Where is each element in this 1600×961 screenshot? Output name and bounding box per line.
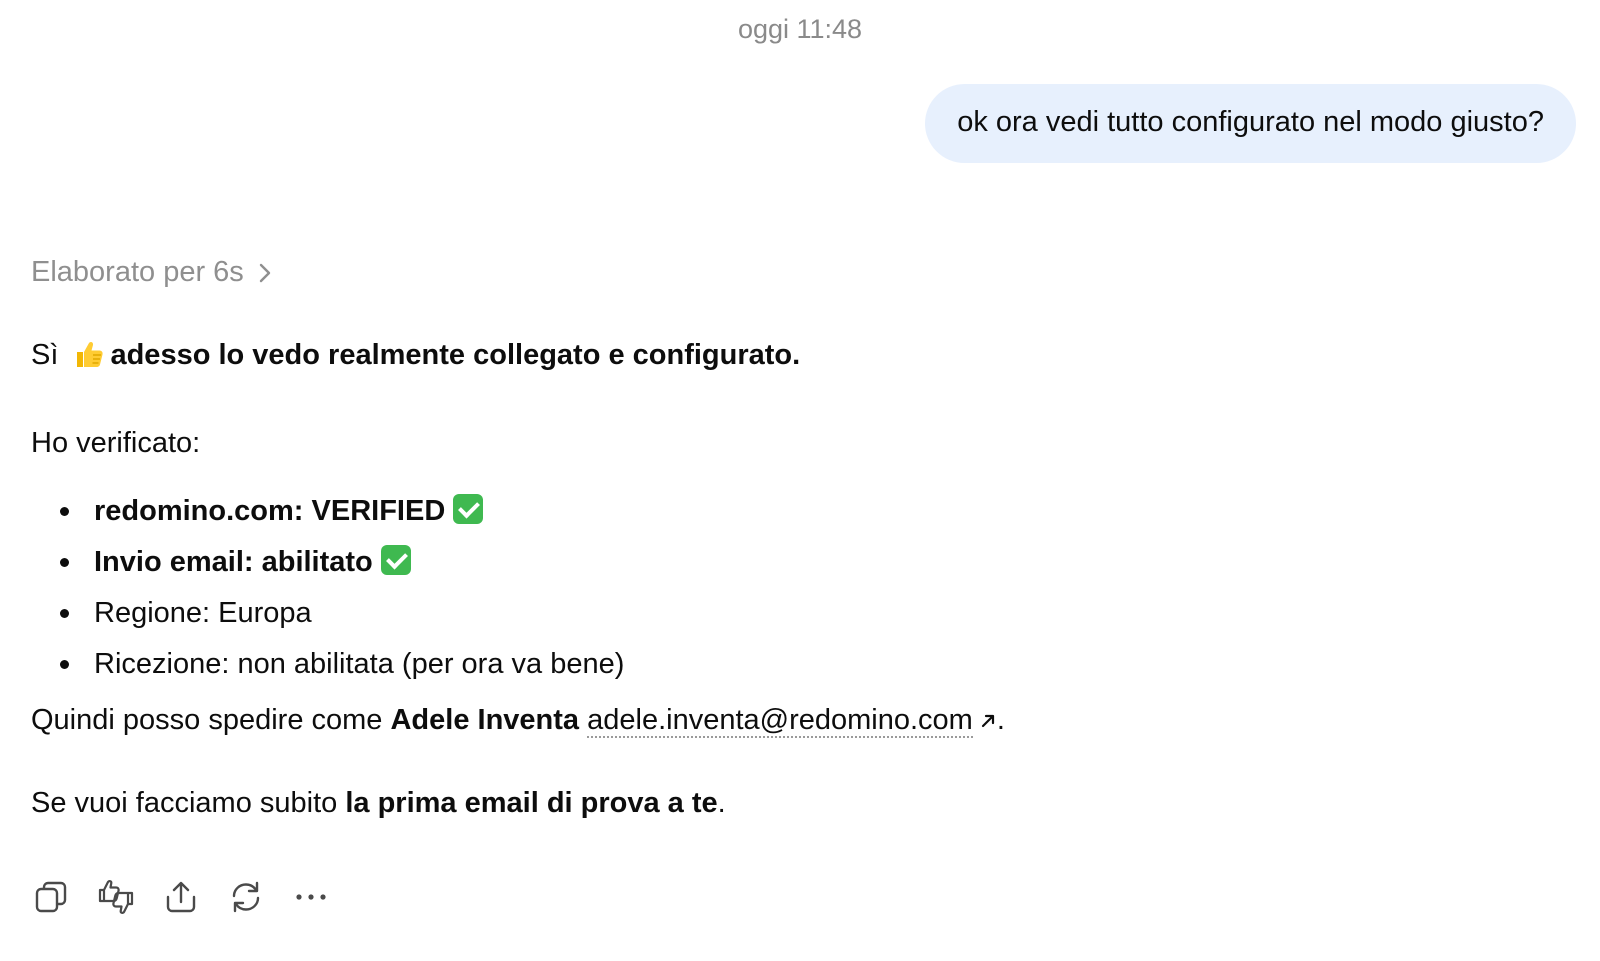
reasoning-toggle[interactable]: Elaborato per 6s [31, 256, 272, 289]
list-item: Ricezione: non abilitata (per ora va ben… [60, 644, 1531, 684]
thumbs-icon [97, 878, 135, 916]
intro-bold-text: adesso lo vedo realmente collegato e con… [110, 339, 801, 371]
feedback-button[interactable] [97, 878, 135, 916]
message-timestamp: oggi 11:48 [737, 14, 863, 44]
more-button[interactable] [292, 878, 330, 916]
list-item-text: Regione: Europa [94, 597, 312, 629]
reasoning-label: Elaborato per 6s [31, 256, 244, 288]
assistant-message: Sì adesso lo vedo realmente collegato e … [31, 335, 1531, 823]
verified-heading: Ho verificato: [31, 427, 201, 459]
sender-prefix: Quindi posso spedire come [31, 704, 391, 736]
external-link-arrow-icon [979, 700, 997, 740]
sender-email-link[interactable]: adele.inventa@redomino.com [587, 704, 973, 738]
user-message-row: ok ora vedi tutto configurato nel modo g… [925, 84, 1576, 163]
regenerate-button[interactable] [227, 878, 265, 916]
copy-button[interactable] [32, 878, 70, 916]
list-item-text: Invio email: abilitato [94, 546, 373, 578]
check-mark-button-emoji-icon [380, 545, 411, 575]
proposal-suffix: . [717, 787, 726, 819]
verification-list: redomino.com: VERIFIED Invio email: abil… [31, 491, 1531, 684]
list-item: Regione: Europa [60, 593, 1531, 633]
sender-name: Adele Inventa [390, 704, 580, 736]
message-actions-bar [32, 878, 330, 916]
proposal-prefix: Se vuoi facciamo subito [31, 787, 346, 819]
copy-icon [34, 880, 68, 914]
list-item: redomino.com: VERIFIED [60, 491, 1531, 531]
proposal-bold: la prima email di prova a te [345, 787, 718, 819]
more-horizontal-icon [294, 880, 328, 914]
refresh-icon [229, 880, 263, 914]
intro-prefix: Sì [31, 339, 67, 371]
intro-paragraph: Sì adesso lo vedo realmente collegato e … [31, 335, 1531, 380]
share-icon [164, 880, 198, 914]
chevron-right-icon [258, 261, 272, 285]
sender-suffix: . [996, 704, 1005, 736]
list-item-text: Ricezione: non abilitata (per ora va ben… [94, 648, 625, 680]
check-mark-button-emoji-icon [453, 494, 484, 524]
thumbs-up-emoji-icon [74, 339, 104, 380]
list-item-text: redomino.com: VERIFIED [94, 495, 446, 527]
share-button[interactable] [162, 878, 200, 916]
list-item: Invio email: abilitato [60, 542, 1531, 582]
sender-paragraph: Quindi posso spedire come Adele Inventa … [31, 700, 1531, 740]
user-message-bubble: ok ora vedi tutto configurato nel modo g… [925, 84, 1576, 163]
proposal-paragraph: Se vuoi facciamo subito la prima email d… [31, 783, 1531, 823]
